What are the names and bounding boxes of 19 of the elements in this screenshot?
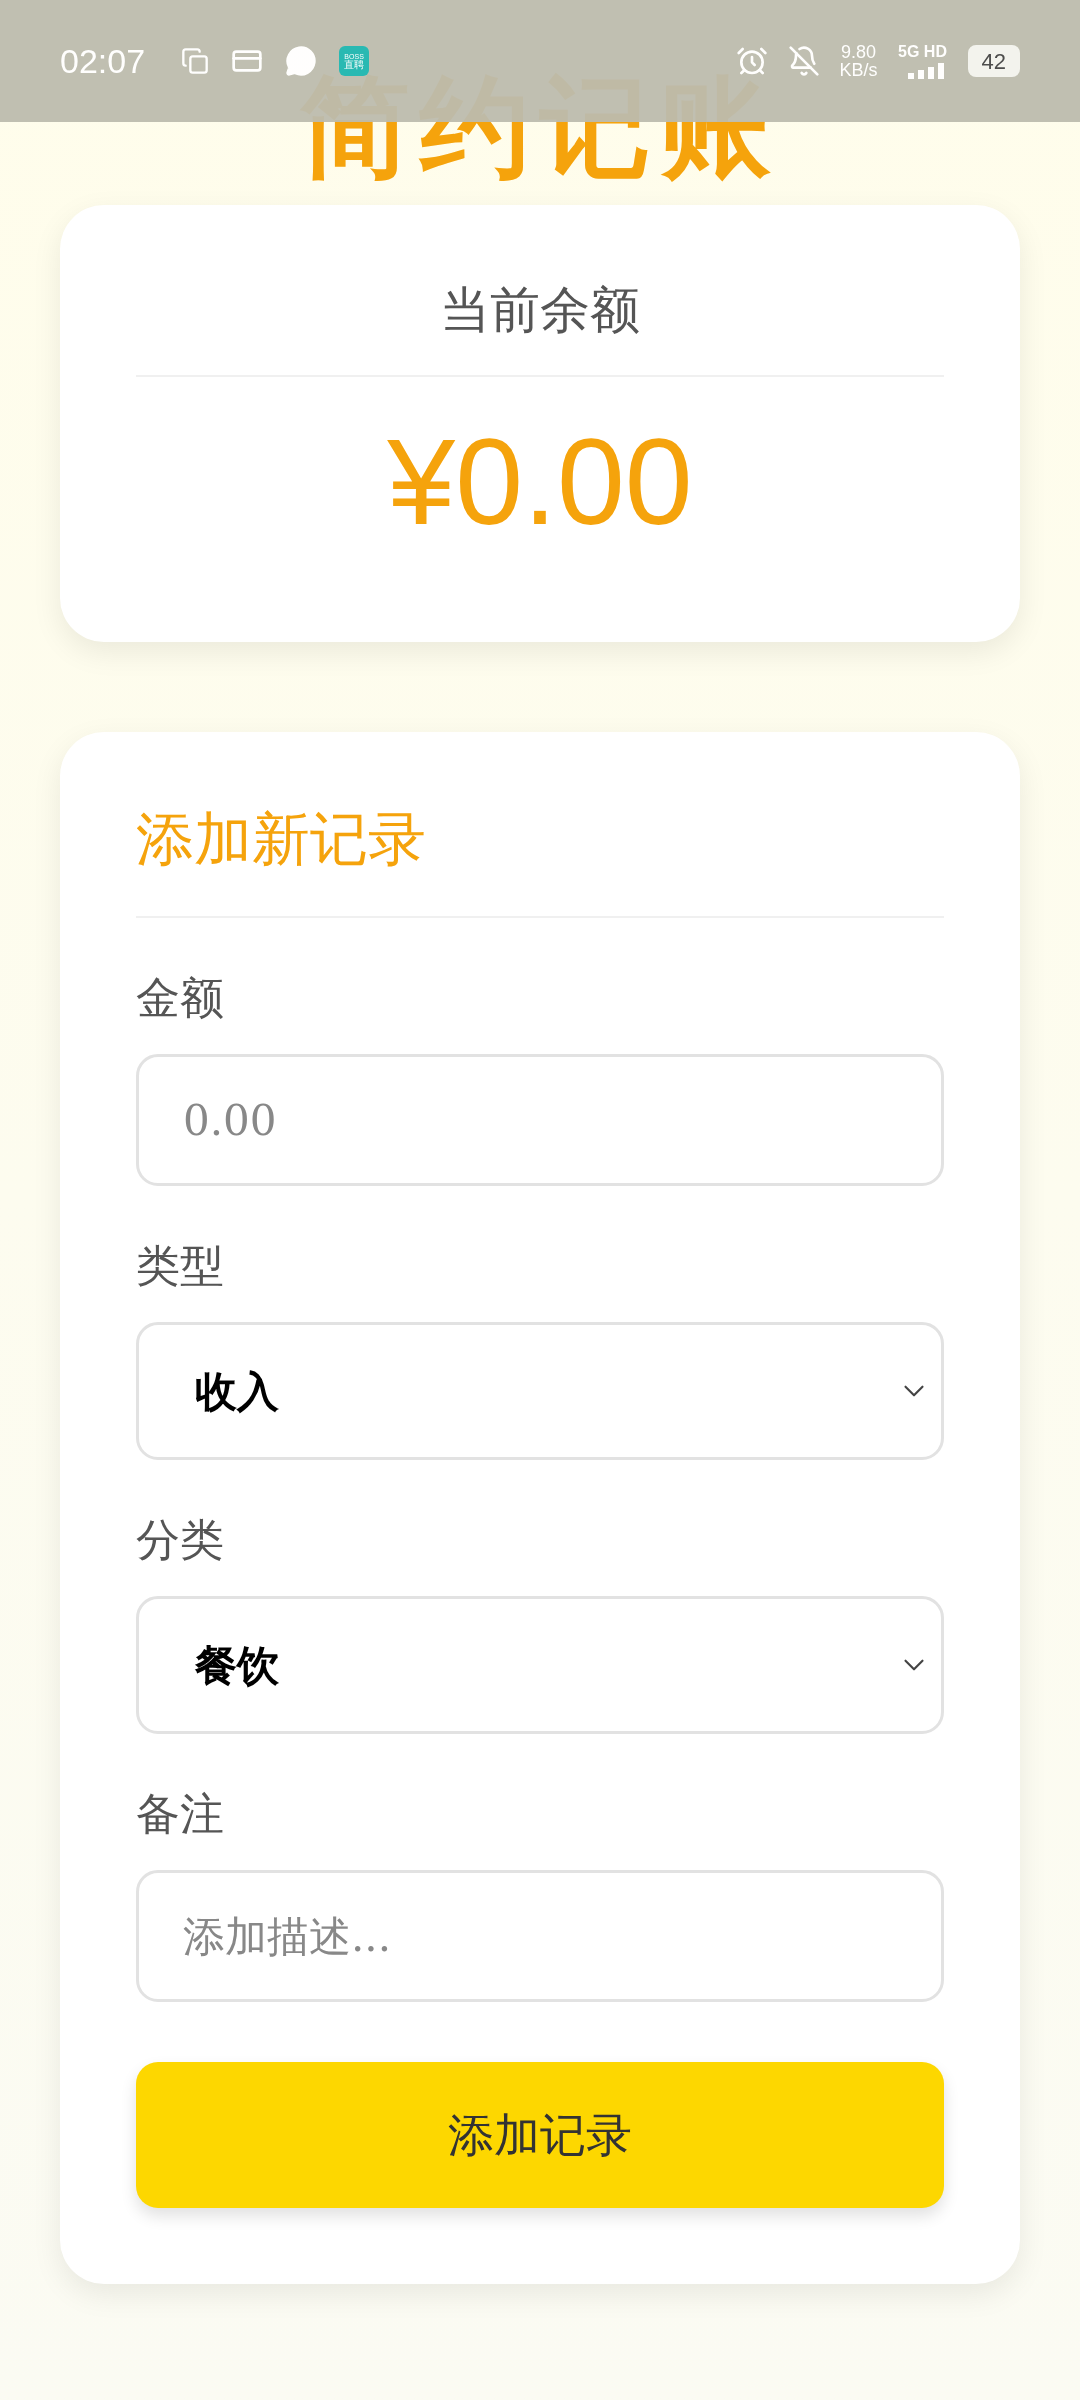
- add-record-button[interactable]: 添加记录: [136, 2062, 944, 2208]
- battery-indicator: 42: [967, 45, 1020, 77]
- field-label: 类型: [136, 1244, 225, 1288]
- field-label: 金额: [136, 976, 225, 1020]
- balance-amount: ¥0.00: [386, 421, 694, 543]
- form-heading: 添加新记录: [136, 810, 427, 868]
- net-speed-text: KB/s: [839, 61, 878, 79]
- clock-time: 02:07: [60, 40, 146, 82]
- field-label: 分类: [136, 1518, 225, 1562]
- select-field[interactable]: 餐饮: [136, 1596, 944, 1734]
- documents-icon: [181, 47, 210, 75]
- net-speed-text: 9.80: [841, 43, 877, 61]
- text-field[interactable]: 0.00: [136, 1054, 944, 1186]
- balance-label: 当前余额: [439, 285, 641, 335]
- select-field[interactable]: 收入: [136, 1322, 944, 1460]
- network-label: 5G HD: [898, 43, 947, 60]
- field-label: 备注: [136, 1792, 225, 1836]
- bell-off-icon: [787, 45, 820, 77]
- text-field[interactable]: 添加描述...: [136, 1870, 944, 2002]
